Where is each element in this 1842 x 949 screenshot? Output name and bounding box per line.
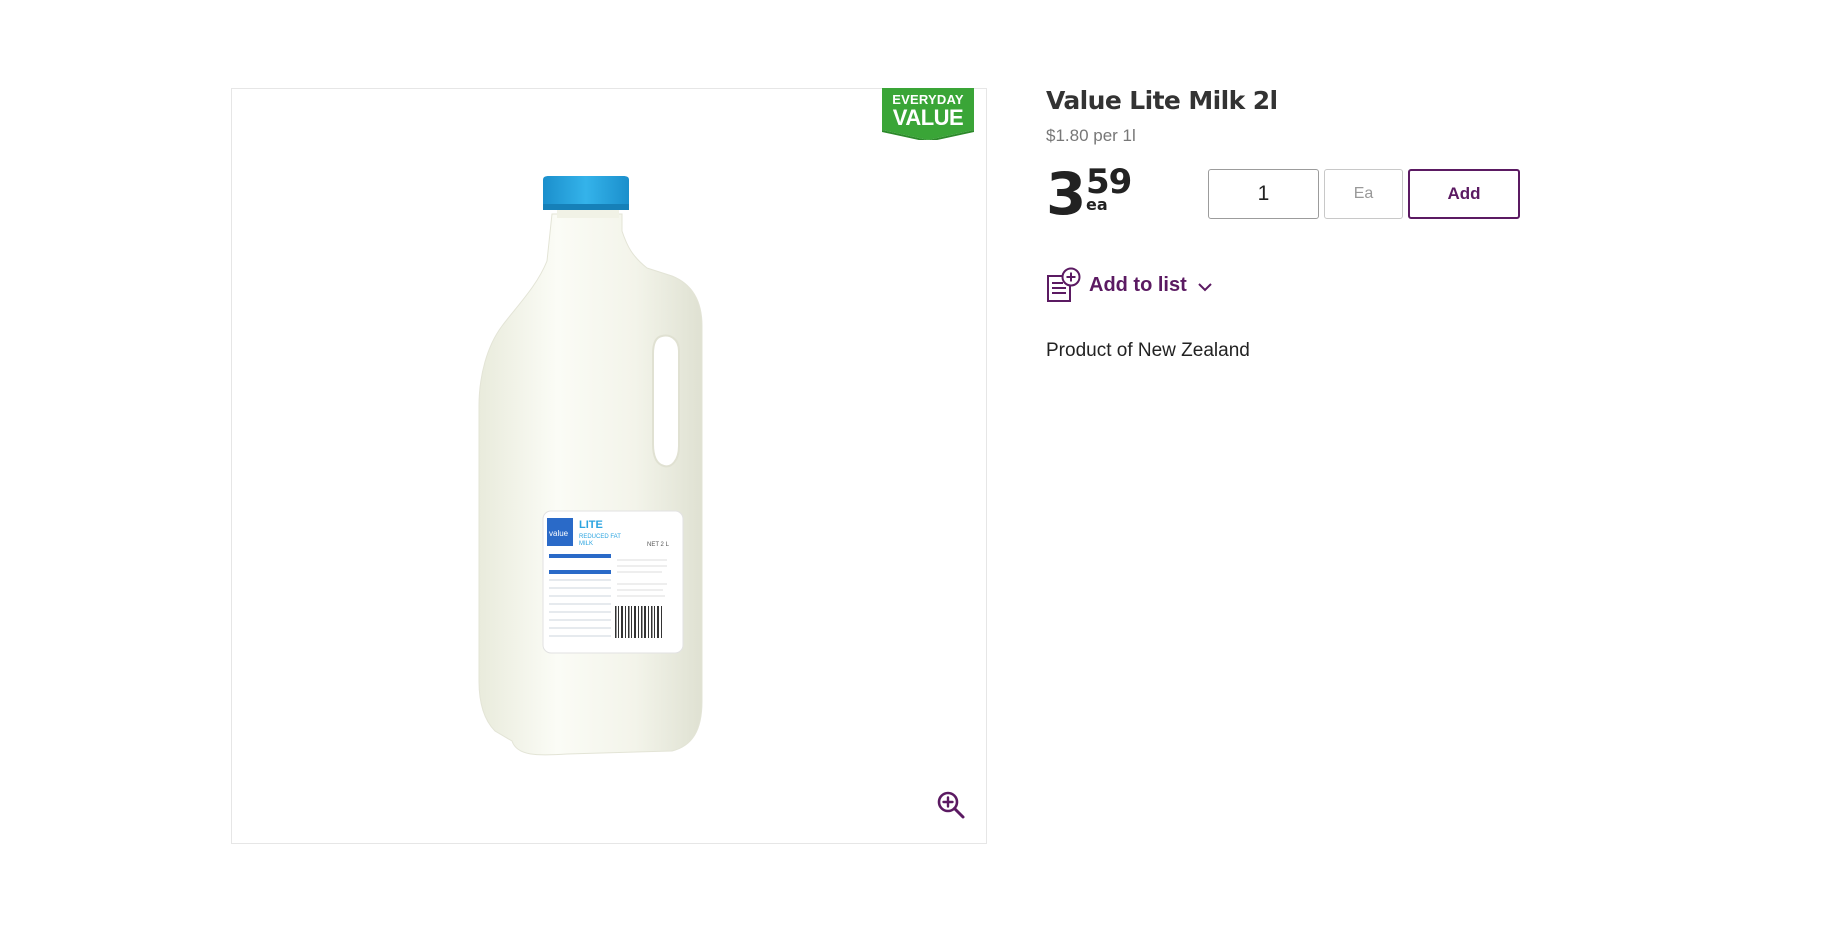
unit-price: $1.80 per 1l [1046,126,1136,145]
zoom-in-icon [937,791,965,819]
svg-text:value: value [549,529,569,538]
zoom-button[interactable] [935,789,967,821]
quantity-input[interactable] [1208,169,1319,219]
product-image-panel: EVERYDAY VALUE value LITE REDUCED FAT MI… [231,88,987,844]
badge-label: EVERYDAY VALUE [882,93,974,129]
product-title: Value Lite Milk 2l [1046,86,1278,115]
everyday-value-badge: EVERYDAY VALUE [882,88,974,142]
price-row: 3 59 ea Ea Add [1046,160,1646,228]
add-to-cart-button[interactable]: Add [1408,169,1520,219]
unit-select[interactable]: Ea [1324,169,1403,219]
product-origin: Product of New Zealand [1046,340,1250,361]
svg-text:MILK: MILK [579,541,593,547]
product-page: EVERYDAY VALUE value LITE REDUCED FAT MI… [0,0,1842,949]
svg-text:LITE: LITE [579,519,603,531]
price-dollars: 3 [1046,160,1086,228]
chevron-down-icon [1198,282,1212,291]
product-details: Value Lite Milk 2l $1.80 per 1l 3 59 ea … [1046,84,1646,361]
svg-text:REDUCED FAT: REDUCED FAT [579,534,621,540]
badge-line2: VALUE [892,105,964,130]
add-to-list-button[interactable]: Add to list [1046,265,1213,305]
add-to-list-label: Add to list [1089,273,1187,296]
price-unit: ea [1086,195,1108,214]
add-to-list-icon [1047,267,1081,302]
milk-bottle-image: value LITE REDUCED FAT MILK NET 2 L [478,176,703,756]
svg-text:NET 2 L: NET 2 L [647,542,670,548]
